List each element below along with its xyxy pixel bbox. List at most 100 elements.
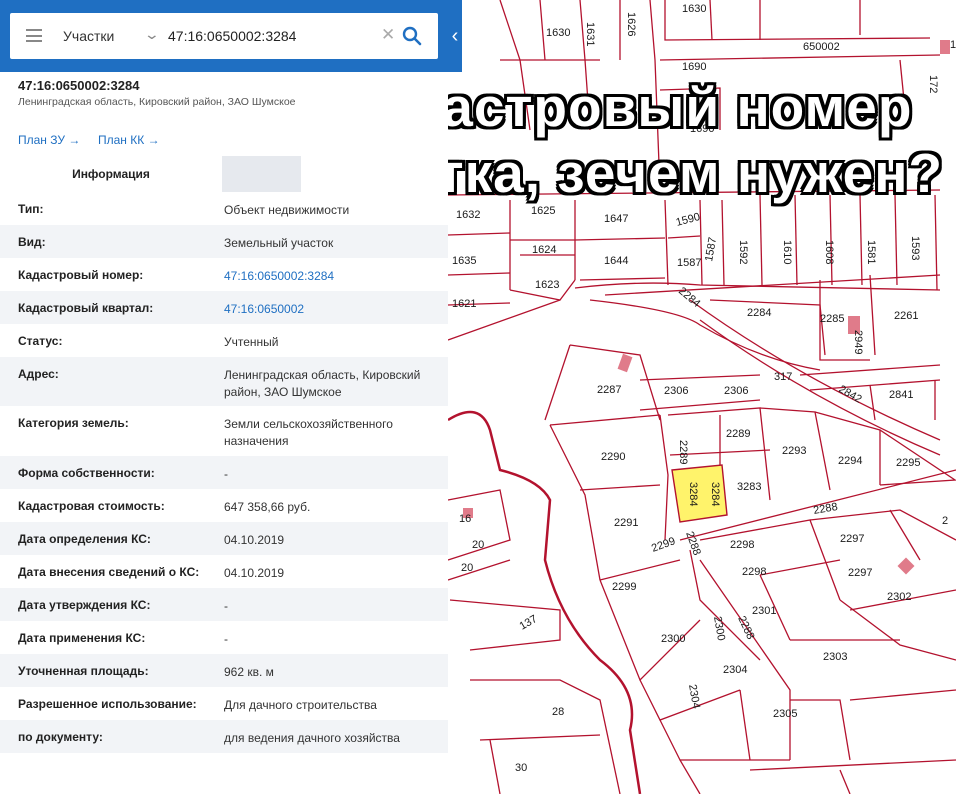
plot-label: 1621 [452,298,476,310]
building-marker [617,353,633,373]
chevron-down-icon[interactable]: ⌄ [144,26,160,43]
search-icon[interactable] [402,26,422,46]
plot-label: 30 [515,762,527,774]
plot-label: 2300 [711,615,727,641]
plot-label: 20 [472,539,484,551]
property-key: Кадастровый квартал: [18,301,154,315]
property-value: - [224,599,228,613]
plot-label: 2297 [840,533,864,545]
plot-label: 2298 [730,539,754,551]
property-row: Дата утверждения КС: - [0,588,448,621]
plot-label: 2306 [664,385,688,397]
plot-label: 2287 [597,384,621,396]
plot-label: 2301 [752,605,776,617]
property-key: Вид: [18,235,46,249]
plot-label: 1581 [865,240,877,264]
plot-label: 317 [774,371,792,383]
property-key: Кадастровая стоимость: [18,499,165,513]
plot-label: 2289 [677,440,689,464]
search-box: Участки ⌄ 47:16:0650002:3284 ✕ [10,13,438,59]
building-marker [940,40,950,54]
plot-label: 1635 [452,255,476,267]
plot-label: 137 [518,613,540,633]
plot-label: 2949 [852,330,864,354]
collapse-panel-icon[interactable]: ‹ [448,14,462,58]
plot-label: 2293 [782,445,806,457]
property-value: Учтенный [224,335,279,349]
plot-label: 2288 [683,530,703,557]
search-bar: Участки ⌄ 47:16:0650002:3284 ✕ ‹ [0,0,462,72]
plot-label: 2 [942,515,948,527]
plan-kk-link[interactable]: План КК → [98,133,160,147]
plot-label: 1630 [546,27,570,39]
property-key: Форма собственности: [18,466,155,480]
plot-label: 3284 [687,482,699,506]
property-value: - [224,632,228,646]
plot-label: 2299 [650,535,677,555]
plot-label: 2288 [735,614,756,641]
tab-secondary[interactable] [222,156,301,192]
tab-information[interactable]: Информация [0,156,222,192]
property-value: Ленинградская область, Кировский район, … [224,368,421,399]
search-input[interactable]: 47:16:0650002:3284 [168,28,296,44]
plot-label: 1590 [675,211,702,229]
plot-label: 2290 [601,451,625,463]
property-row: Форма собственности: - [0,456,448,489]
menu-icon[interactable] [26,29,42,42]
property-value: 04.10.2019 [224,566,285,580]
plot-label: 1592 [737,240,749,264]
property-value-link[interactable]: 47:16:0650002 [224,301,439,318]
plot-label: 2305 [773,708,797,720]
plot-label: 1644 [604,255,628,267]
plot-label: 1608 [823,240,835,264]
plot-label: 2302 [887,591,911,603]
plot-label: 2304 [686,683,702,709]
property-value: 04.10.2019 [224,533,285,547]
plot-label: 2303 [823,651,847,663]
property-row: Дата применения КС: - [0,621,448,654]
plot-label: 20 [461,562,473,574]
property-key: Дата утверждения КС: [18,598,151,612]
property-row: Тип: Объект недвижимости [0,192,448,225]
plot-label: 1632 [456,209,480,221]
property-value: Земельный участок [224,236,334,250]
property-row: Вид: Земельный участок [0,225,448,258]
plot-label: 1625 [531,205,555,217]
plot-label: 1630 [682,3,706,15]
plot-label: 3283 [737,481,761,493]
tab-bar: Информация [0,156,448,192]
clear-icon[interactable]: ✕ [381,25,395,45]
layer-select[interactable]: Участки [63,28,114,44]
plot-label: 1 [950,39,956,51]
property-key: Категория земель: [18,416,129,430]
property-row: Адрес: Ленинградская область, Кировский р… [0,357,448,406]
property-key: Статус: [18,334,63,348]
property-key: Разрешенное использование: [18,697,197,711]
property-key: Дата внесения сведений о КС: [18,565,200,579]
property-value: Для дачного строительства [224,698,377,712]
property-value: Объект недвижимости [224,203,350,217]
plot-label: 1623 [535,279,559,291]
property-row: Кадастровый квартал: 47:16:0650002 [0,291,448,324]
plot-label: 3284 [709,482,721,506]
property-key: Кадастровый номер: [18,268,144,282]
plot-label: 1647 [604,213,628,225]
plot-label: 2298 [742,566,766,578]
property-value: Земли сельскохозяйственного назначения [224,417,393,448]
property-row: Уточненная площадь: 962 кв. м [0,654,448,687]
plot-label: 1631 [584,22,596,46]
plot-label: 2300 [661,633,685,645]
property-row: Кадастровая стоимость: 647 358,66 руб. [0,489,448,522]
plan-zu-link[interactable]: План ЗУ → [18,133,80,147]
plot-label: 2288 [812,501,838,517]
property-row: Дата определения КС: 04.10.2019 [0,522,448,555]
property-key: Адрес: [18,367,59,381]
plot-label: 2291 [614,517,638,529]
property-value: 962 кв. м [224,665,274,679]
property-row: Дата внесения сведений о КС: 04.10.2019 [0,555,448,588]
plot-label: 2841 [889,389,913,401]
plot-label: 1610 [781,240,793,264]
property-key: Уточненная площадь: [18,664,149,678]
property-value-link[interactable]: 47:16:0650002:3284 [224,268,439,285]
block-label: 650002 [803,41,840,53]
